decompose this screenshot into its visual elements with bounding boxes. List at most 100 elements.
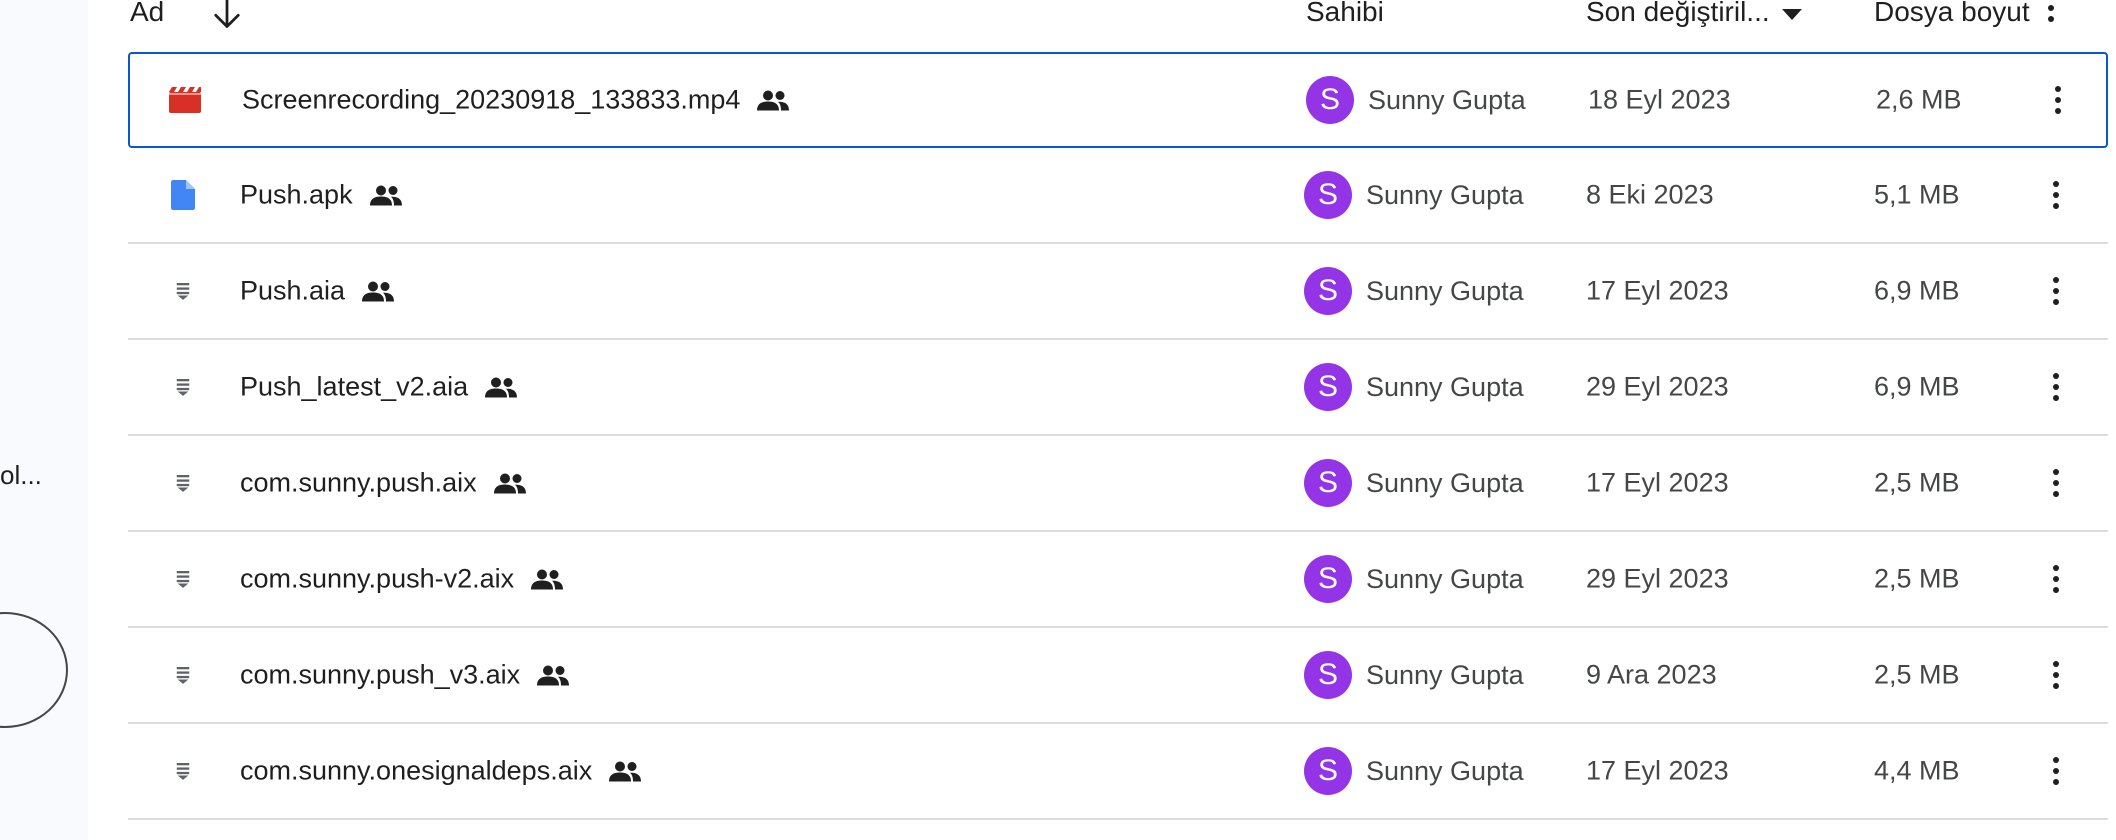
file-size: 2,6 MB [1876,84,1962,115]
header-owner[interactable]: Sahibi [1306,0,1384,28]
avatar[interactable]: S [1306,76,1354,124]
file-name: Push.apk [240,179,353,210]
shared-people-icon [609,761,642,781]
archive-file-icon [166,754,200,788]
owner-name: Sunny Gupta [1366,275,1524,306]
more-vert-icon[interactable] [2034,653,2078,697]
header-modified[interactable]: Son değiştiril... [1586,0,1802,28]
file-name: Push_latest_v2.aia [240,371,469,402]
owner-cell: S Sunny Gupta [1304,363,1524,411]
file-name-cell[interactable]: com.sunny.push_v3.aix [240,660,570,691]
more-vert-icon[interactable] [2036,78,2080,122]
owner-cell: S Sunny Gupta [1304,747,1524,795]
owner-name: Sunny Gupta [1368,84,1526,115]
modified-date: 18 Eyl 2023 [1588,84,1731,115]
modified-date: 17 Eyl 2023 [1586,467,1729,498]
document-file-icon [166,178,200,212]
file-name-cell[interactable]: Push.aia [240,276,395,307]
shared-people-icon [531,569,564,589]
shared-people-icon [757,90,790,110]
file-name-cell[interactable]: Screenrecording_20230918_133833.mp4 [242,85,790,116]
table-row[interactable]: com.sunny.push-v2.aix S Sunny Gupta 29 E… [128,532,2108,628]
modified-date: 8 Eki 2023 [1586,179,1714,210]
table-row[interactable]: com.sunny.push.aix S Sunny Gupta 17 Eyl … [128,436,2108,532]
file-size: 5,1 MB [1874,179,1960,210]
avatar[interactable]: S [1304,459,1352,507]
modified-date: 29 Eyl 2023 [1586,563,1729,594]
file-name-cell[interactable]: com.sunny.push.aix [240,468,527,499]
file-name: Push.aia [240,275,346,306]
shared-people-icon [369,185,402,205]
owner-name: Sunny Gupta [1366,659,1524,690]
sidebar-truncated-label[interactable]: ol... [0,460,42,491]
avatar[interactable]: S [1304,651,1352,699]
file-name-cell[interactable]: Push.apk [240,180,403,211]
file-name: Screenrecording_20230918_133833.mp4 [242,84,741,115]
more-vert-icon[interactable] [2034,269,2078,313]
more-vert-icon[interactable] [2034,461,2078,505]
arrow-down-icon[interactable] [212,0,242,32]
modified-date: 9 Ara 2023 [1586,659,1717,690]
file-list-header: Ad Sahibi Son değiştiril... Dosya boyut [128,0,2108,40]
archive-file-icon [166,658,200,692]
avatar[interactable]: S [1304,267,1352,315]
file-name: com.sunny.push-v2.aix [240,563,515,594]
owner-cell: S Sunny Gupta [1304,555,1524,603]
file-size: 2,5 MB [1874,659,1960,690]
file-rows: Screenrecording_20230918_133833.mp4 S Su… [128,52,2108,820]
table-row[interactable]: Push.aia S Sunny Gupta 17 Eyl 2023 6,9 M… [128,244,2108,340]
file-list-panel: Ad Sahibi Son değiştiril... Dosya boyut … [88,0,2116,840]
file-size: 4,4 MB [1874,755,1960,786]
owner-cell: S Sunny Gupta [1306,76,1526,124]
file-size: 6,9 MB [1874,371,1960,402]
more-vert-icon[interactable] [2034,557,2078,601]
more-vert-icon[interactable] [2034,173,2078,217]
archive-file-icon [166,466,200,500]
sidebar: ol... [0,0,88,840]
file-name: com.sunny.push.aix [240,467,477,498]
file-size: 2,5 MB [1874,467,1960,498]
owner-name: Sunny Gupta [1366,563,1524,594]
avatar[interactable]: S [1304,747,1352,795]
owner-cell: S Sunny Gupta [1304,651,1524,699]
archive-file-icon [166,370,200,404]
shared-people-icon [493,473,526,493]
header-modified-label: Son değiştiril... [1586,0,1770,27]
avatar[interactable]: S [1304,555,1352,603]
owner-cell: S Sunny Gupta [1304,171,1524,219]
owner-name: Sunny Gupta [1366,179,1524,210]
shared-people-icon [485,377,518,397]
file-name: com.sunny.onesignaldeps.aix [240,755,593,786]
table-row[interactable]: Screenrecording_20230918_133833.mp4 S Su… [128,52,2108,148]
table-row[interactable]: Push.apk S Sunny Gupta 8 Eki 2023 5,1 MB [128,148,2108,244]
file-name-cell[interactable]: Push_latest_v2.aia [240,372,518,403]
shared-people-icon [362,281,395,301]
owner-name: Sunny Gupta [1366,371,1524,402]
avatar[interactable]: S [1304,171,1352,219]
more-vert-icon[interactable] [2034,365,2078,409]
table-row[interactable]: com.sunny.onesignaldeps.aix S Sunny Gupt… [128,724,2108,820]
avatar[interactable]: S [1304,363,1352,411]
owner-name: Sunny Gupta [1366,467,1524,498]
table-row[interactable]: Push_latest_v2.aia S Sunny Gupta 29 Eyl … [128,340,2108,436]
file-size: 2,5 MB [1874,563,1960,594]
header-name[interactable]: Ad [130,0,164,28]
header-size[interactable]: Dosya boyut [1874,0,2030,28]
archive-file-icon [166,274,200,308]
table-row[interactable]: com.sunny.push_v3.aix S Sunny Gupta 9 Ar… [128,628,2108,724]
video-file-icon [168,83,202,117]
more-vert-icon[interactable] [2048,0,2054,22]
archive-file-icon [166,562,200,596]
sidebar-circle-button[interactable] [0,612,68,728]
modified-date: 17 Eyl 2023 [1586,755,1729,786]
more-vert-icon[interactable] [2034,749,2078,793]
file-name-cell[interactable]: com.sunny.push-v2.aix [240,564,564,595]
modified-date: 17 Eyl 2023 [1586,275,1729,306]
owner-name: Sunny Gupta [1366,755,1524,786]
owner-cell: S Sunny Gupta [1304,459,1524,507]
owner-cell: S Sunny Gupta [1304,267,1524,315]
caret-down-icon [1781,8,1802,20]
modified-date: 29 Eyl 2023 [1586,371,1729,402]
file-name: com.sunny.push_v3.aix [240,659,521,690]
file-name-cell[interactable]: com.sunny.onesignaldeps.aix [240,756,642,787]
